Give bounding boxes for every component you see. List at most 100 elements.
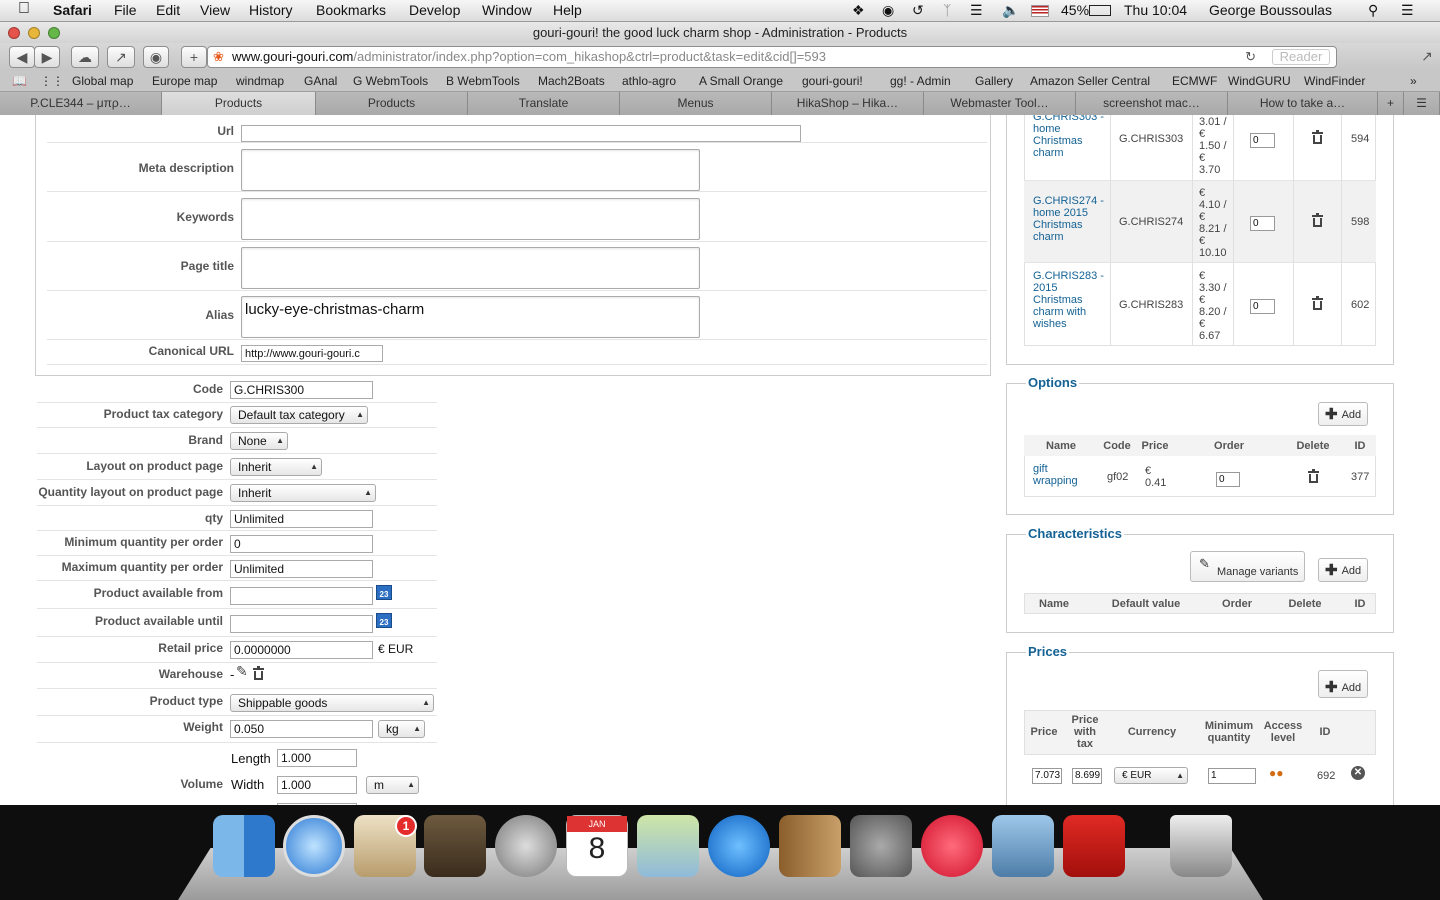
menu-file[interactable]: File (114, 2, 137, 18)
related-order-input[interactable]: 0 (1250, 216, 1275, 231)
close-window-button[interactable] (8, 27, 20, 39)
related-order-input[interactable]: 0 (1250, 299, 1275, 314)
price-with-tax-input[interactable]: 8.699 (1072, 768, 1102, 784)
contacts-icon[interactable] (779, 815, 841, 877)
menu-history[interactable]: History (249, 2, 293, 18)
trash-icon[interactable] (1312, 130, 1323, 144)
add-price-button[interactable]: ✚ Add (1318, 670, 1369, 698)
icloud-tabs-icon[interactable]: ☁ (71, 46, 99, 68)
bookmark-item[interactable]: athlo-agro (622, 74, 676, 88)
bookmark-item[interactable]: gg! - Admin (890, 74, 951, 88)
battery-percent[interactable]: 45% (1061, 2, 1089, 18)
min-quantity-price-input[interactable]: 1 (1208, 768, 1256, 784)
width-unit-select[interactable]: m ▲ (366, 776, 419, 794)
download-icon[interactable]: ↗ (1418, 46, 1436, 68)
code-input[interactable]: G.CHRIS300 (230, 381, 373, 399)
tab[interactable]: Products (316, 92, 468, 115)
apple-icon[interactable]:  (18, 0, 30, 18)
status-icon[interactable]: ◉ (882, 2, 894, 19)
delete-price-icon[interactable]: ✕ (1351, 766, 1365, 780)
add-characteristic-button[interactable]: ✚ Add (1318, 558, 1369, 582)
bookmark-item[interactable]: gouri-gouri! (802, 74, 863, 88)
photo-browser-icon[interactable] (424, 815, 486, 877)
alias-textarea[interactable]: lucky-eye-christmas-charm (241, 296, 700, 338)
menu-view[interactable]: View (200, 2, 230, 18)
calendar-app-icon[interactable]: JAN 8 (566, 815, 628, 877)
tab[interactable]: Webmaster Tool… (924, 92, 1076, 115)
new-tab-icon[interactable]: + (1378, 92, 1404, 115)
menu-help[interactable]: Help (553, 2, 582, 18)
bluetooth-icon[interactable]: ᛉ (943, 2, 951, 18)
bookmark-item[interactable]: Amazon Seller Central (1030, 74, 1150, 88)
notification-icon[interactable]: ☰ (1401, 2, 1414, 19)
bookmark-item[interactable]: Europe map (152, 74, 217, 88)
reader-button[interactable]: Reader (1272, 49, 1330, 65)
dropbox-icon[interactable]: ❖ (852, 2, 865, 19)
top-sites-icon[interactable]: ⋮⋮ (40, 74, 64, 88)
page-title-textarea[interactable] (241, 247, 700, 289)
currency-select[interactable]: € EUR ▲ (1114, 767, 1188, 784)
clock[interactable]: Thu 10:04 (1124, 2, 1187, 18)
app-store-icon[interactable] (708, 815, 770, 877)
tab[interactable]: Translate (468, 92, 620, 115)
min-quantity-input[interactable]: 0 (230, 535, 373, 553)
meta-description-textarea[interactable] (241, 149, 700, 191)
iphoto-icon[interactable] (992, 815, 1054, 877)
bookmark-item[interactable]: B WebmTools (446, 74, 520, 88)
time-machine-icon[interactable]: ↺ (912, 2, 924, 19)
itunes-icon[interactable] (921, 815, 983, 877)
forward-icon[interactable]: ▶ (34, 46, 60, 68)
max-quantity-input[interactable]: Unlimited (230, 560, 373, 578)
bookmark-item[interactable]: A Small Orange (699, 74, 783, 88)
bookmark-item[interactable]: WindFinder (1304, 74, 1365, 88)
qty-input[interactable]: Unlimited (230, 510, 373, 528)
users-icon[interactable]: ●● (1269, 766, 1284, 780)
keywords-textarea[interactable] (241, 198, 700, 240)
tab[interactable]: How to take a… (1228, 92, 1378, 115)
related-product-link[interactable]: G.CHRIS303 - home Christmas charm (1033, 115, 1107, 159)
wifi-icon[interactable]: ☰ (970, 2, 983, 19)
menu-bookmarks[interactable]: Bookmarks (316, 2, 386, 18)
maps-icon[interactable] (637, 815, 699, 877)
tab[interactable]: P.CLE344 – μπρ… (0, 92, 162, 115)
weight-unit-select[interactable]: kg ▲ (378, 720, 425, 738)
width-input[interactable]: 1.000 (277, 776, 357, 794)
acrobat-icon[interactable] (1063, 815, 1125, 877)
weight-input[interactable]: 0.050 (230, 720, 373, 738)
share-icon[interactable]: ↗ (107, 46, 135, 68)
bookmark-item[interactable]: GAnal (304, 74, 337, 88)
tab-overview-icon[interactable]: ☰ (1404, 92, 1440, 115)
bookmark-item[interactable]: WindGURU (1228, 74, 1291, 88)
tab-active[interactable]: Products (162, 92, 316, 115)
minimize-window-button[interactable] (28, 27, 40, 39)
reading-list-icon[interactable]: 📖 (12, 74, 27, 88)
launchpad-icon[interactable] (495, 815, 557, 877)
manage-variants-button[interactable]: ✎ Manage variants (1190, 551, 1306, 582)
app-menu[interactable]: Safari (53, 2, 92, 18)
calendar-icon[interactable]: 23 (376, 613, 392, 628)
menu-window[interactable]: Window (482, 2, 532, 18)
related-product-link[interactable]: G.CHRIS283 - 2015 Christmas charm with w… (1033, 270, 1107, 330)
trash-icon[interactable] (253, 666, 264, 680)
bookmark-item[interactable]: windmap (236, 74, 284, 88)
trash-icon[interactable] (1312, 213, 1323, 227)
related-order-input[interactable]: 0 (1250, 133, 1275, 148)
zoom-window-button[interactable] (48, 27, 60, 39)
product-type-select[interactable]: Shippable goods ▲ (230, 694, 434, 712)
user-name[interactable]: George Boussoulas (1209, 2, 1332, 18)
brand-select[interactable]: None ▲ (230, 432, 288, 450)
edit-pencil-icon[interactable]: ✎ (236, 663, 248, 680)
back-icon[interactable]: ◀ (9, 46, 35, 68)
tab[interactable]: Menus (620, 92, 772, 115)
retail-price-input[interactable]: 0.0000000 (230, 641, 373, 659)
tab[interactable]: HikaShop – Hika… (772, 92, 924, 115)
menu-edit[interactable]: Edit (156, 2, 180, 18)
canonical-url-input[interactable]: http://www.gouri-gouri.c (241, 345, 383, 362)
bookmark-item[interactable]: G WebmTools (353, 74, 428, 88)
layout-select[interactable]: Inherit ▲ (230, 458, 322, 476)
tax-category-select[interactable]: Default tax category ▲ (230, 406, 368, 424)
calendar-icon[interactable]: 23 (376, 585, 392, 600)
volume-icon[interactable]: 🔈 (1002, 2, 1019, 19)
tab[interactable]: screenshot mac… (1076, 92, 1228, 115)
length-input[interactable]: 1.000 (277, 749, 357, 767)
